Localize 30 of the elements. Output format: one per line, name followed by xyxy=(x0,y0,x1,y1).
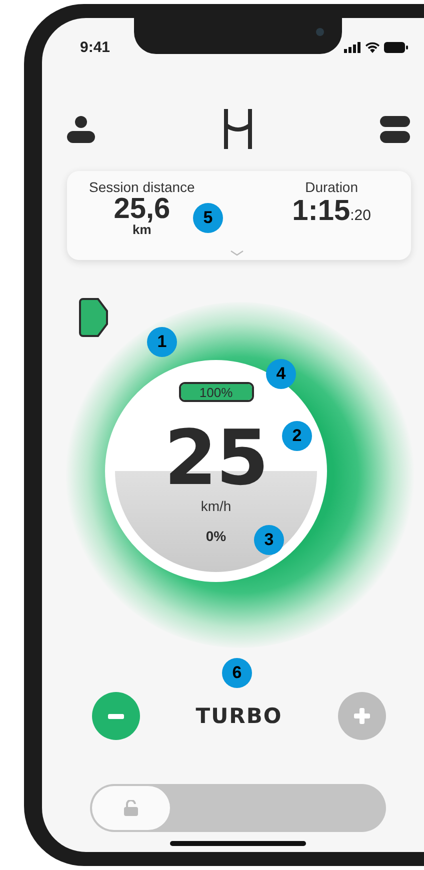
plus-icon xyxy=(354,708,370,724)
decrease-button[interactable] xyxy=(92,692,140,740)
profile-icon[interactable] xyxy=(67,116,95,142)
chevron-down-icon[interactable] xyxy=(230,250,244,256)
tag-icon[interactable] xyxy=(79,298,109,337)
duration-value: 1:15 xyxy=(292,195,350,227)
slider-thumb[interactable] xyxy=(92,786,170,830)
mode-label: TURBO xyxy=(196,704,282,728)
minus-icon xyxy=(108,714,124,718)
callout-marker: 4 xyxy=(266,359,296,389)
distance-value: 25,6 xyxy=(114,195,170,223)
logo-icon xyxy=(222,109,252,149)
speed-unit: km/h xyxy=(200,498,232,514)
callout-marker: 1 xyxy=(147,327,177,357)
callout-marker: 6 xyxy=(222,658,252,688)
status-time: 9:41 xyxy=(80,38,110,56)
signal-icon xyxy=(344,42,361,52)
stat-label: Session distance xyxy=(89,179,195,195)
battery-percent: 100% xyxy=(199,384,233,400)
wifi-icon xyxy=(365,42,380,52)
distance-unit: km xyxy=(132,223,152,237)
duration-seconds: :20 xyxy=(350,207,371,224)
speed-value: 25 xyxy=(164,418,268,498)
camera-icon xyxy=(316,28,324,36)
assist-percent: 0% xyxy=(206,528,226,544)
lock-icon xyxy=(124,800,138,816)
unlock-slider[interactable] xyxy=(90,784,386,832)
battery-icon xyxy=(384,42,408,52)
menu-icon[interactable] xyxy=(380,116,410,142)
stat-label: Duration xyxy=(305,179,358,195)
